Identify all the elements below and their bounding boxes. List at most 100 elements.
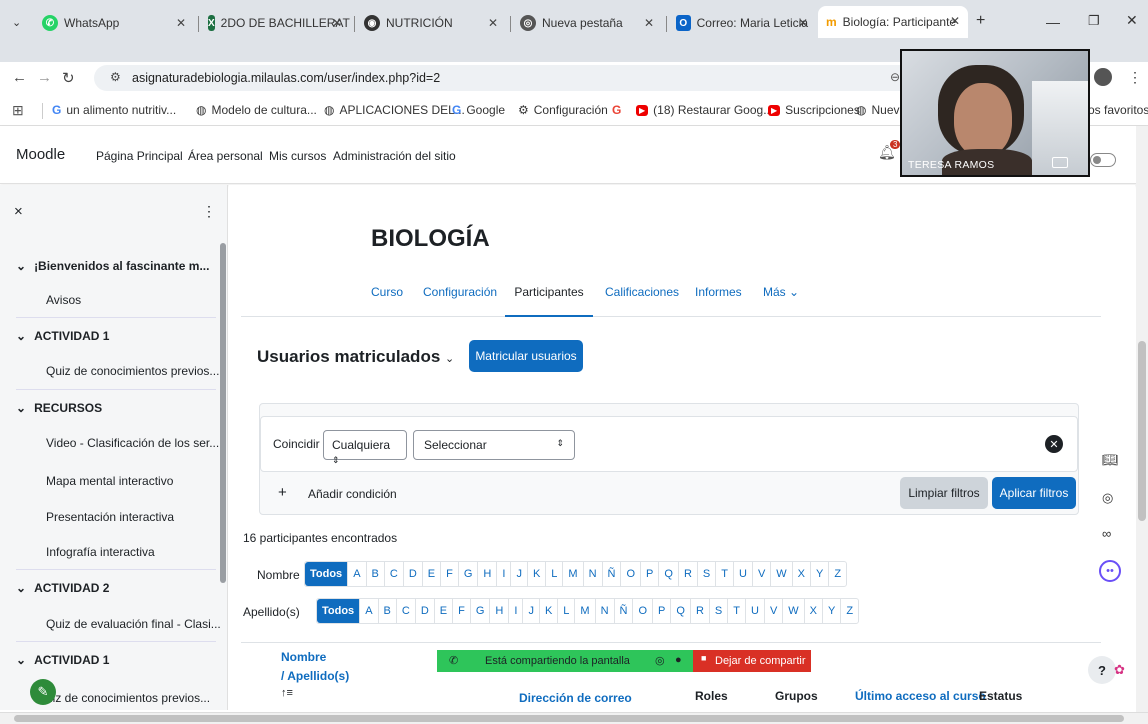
first-initial-letter[interactable]: Ñ xyxy=(603,562,622,586)
assistant-icon[interactable]: •• xyxy=(1099,560,1121,582)
first-initial-letter[interactable]: Q xyxy=(659,562,679,586)
link-icon[interactable]: ∞ xyxy=(1102,526,1111,541)
minimize-icon[interactable]: — xyxy=(1046,14,1060,30)
sidebar-item-avisos[interactable]: Avisos xyxy=(46,293,81,307)
sidebar-item-mapa[interactable]: Mapa mental interactivo xyxy=(46,474,173,488)
sort-ascending-icon[interactable]: ↑≡ xyxy=(281,687,293,699)
zoom-icon[interactable]: ⊖ xyxy=(890,70,900,84)
last-initial-letter[interactable]: D xyxy=(416,599,435,623)
apply-filters-button[interactable]: Aplicar filtros xyxy=(992,477,1076,509)
remove-filter-icon[interactable]: ✕ xyxy=(1045,435,1063,453)
first-initial-letter[interactable]: C xyxy=(385,562,404,586)
tab-bachillerato[interactable]: X 2DO DE BACHILLERAT ✕ xyxy=(200,8,350,38)
section-actividad-1b[interactable]: ⌄ ACTIVIDAD 1 xyxy=(16,653,109,667)
first-initial-letter[interactable]: Y xyxy=(811,562,830,586)
new-tab-icon[interactable]: + xyxy=(976,12,985,30)
column-header-last-access[interactable]: Último acceso al curso xyxy=(855,689,986,703)
last-initial-letter[interactable]: E xyxy=(435,599,454,623)
pencil-annotate-icon[interactable]: ✎ xyxy=(30,679,56,705)
first-initial-letter[interactable]: F xyxy=(441,562,459,586)
tab-configuracion[interactable]: Configuración xyxy=(423,285,497,299)
last-initial-letter[interactable]: X xyxy=(805,599,824,623)
first-initial-letter[interactable]: Z xyxy=(829,562,846,586)
last-initial-letter[interactable]: M xyxy=(575,599,596,623)
last-initial-letter[interactable]: O xyxy=(633,599,654,623)
last-initial-letter[interactable]: Y xyxy=(823,599,842,623)
first-initial-letter[interactable]: G xyxy=(459,562,479,586)
last-initial-letter[interactable]: L xyxy=(558,599,576,623)
sidebar-item-quiz-2[interactable]: uiz de conocimientos previos... xyxy=(46,691,210,705)
bookmark-item[interactable]: ▶ Suscripciones xyxy=(768,103,860,117)
first-initial-letter[interactable]: V xyxy=(753,562,772,586)
last-initial-letter[interactable]: Q xyxy=(671,599,691,623)
tab-participantes[interactable]: Participantes xyxy=(505,281,593,317)
last-initial-letter[interactable]: H xyxy=(490,599,510,623)
last-initial-letter[interactable]: F xyxy=(453,599,471,623)
first-initial-letter[interactable]: P xyxy=(641,562,660,586)
add-condition-link[interactable]: Añadir condición xyxy=(308,487,397,501)
first-initial-letter[interactable]: L xyxy=(546,562,564,586)
apps-grid-icon[interactable]: ⊞ xyxy=(12,102,24,119)
close-window-icon[interactable]: ✕ xyxy=(1126,12,1138,29)
close-tab-icon[interactable]: ✕ xyxy=(176,16,186,30)
last-initial-letter[interactable]: V xyxy=(765,599,784,623)
close-tab-icon[interactable]: ✕ xyxy=(950,14,960,28)
last-initial-letter[interactable]: I xyxy=(509,599,524,623)
tab-informes[interactable]: Informes xyxy=(695,285,742,299)
last-initial-letter[interactable]: G xyxy=(471,599,491,623)
page-vertical-scrollbar[interactable] xyxy=(1136,126,1148,712)
sidebar-item-quiz[interactable]: Quiz de conocimientos previos... xyxy=(46,364,219,378)
first-initial-letter[interactable]: D xyxy=(404,562,423,586)
bookmark-item[interactable]: ◍ Nueva xyxy=(856,103,906,117)
enrol-users-button[interactable]: Matricular usuarios xyxy=(469,340,583,372)
drawer-scrollbar[interactable] xyxy=(220,243,226,583)
last-initial-letter[interactable]: K xyxy=(540,599,559,623)
first-initial-letter[interactable]: X xyxy=(793,562,812,586)
tab-outlook[interactable]: O Correo: Maria Leticia ✕ xyxy=(668,8,816,38)
pause-share-icon[interactable]: ◎ xyxy=(655,654,665,667)
match-select[interactable]: Cualquiera ⇕ xyxy=(323,430,407,465)
last-initial-letter[interactable]: J xyxy=(523,599,540,623)
column-header-first-name[interactable]: Nombre xyxy=(281,650,326,664)
tab-new-tab[interactable]: ◎ Nueva pestaña ✕ xyxy=(512,8,662,38)
last-initial-letter[interactable]: N xyxy=(596,599,615,623)
last-initial-letter[interactable]: C xyxy=(397,599,416,623)
first-initial-letter[interactable]: I xyxy=(497,562,512,586)
scroll-thumb[interactable] xyxy=(14,715,1124,722)
last-initial-letter[interactable]: Z xyxy=(841,599,858,623)
section-actividad-1[interactable]: ⌄ ACTIVIDAD 1 xyxy=(16,329,109,343)
last-initial-letter[interactable]: Ñ xyxy=(615,599,634,623)
first-initial-letter[interactable]: E xyxy=(423,562,442,586)
bookmark-item[interactable]: G xyxy=(612,103,621,117)
bookmark-item[interactable]: ⚙ Configuración xyxy=(518,103,608,117)
edit-mode-toggle[interactable] xyxy=(1090,153,1116,167)
last-initial-letter[interactable]: A xyxy=(360,599,379,623)
close-tab-icon[interactable]: ✕ xyxy=(488,16,498,30)
stop-sharing-button[interactable]: ■ Dejar de compartir xyxy=(693,650,811,672)
first-initial-letter[interactable]: W xyxy=(771,562,793,586)
bookmark-item[interactable]: ◍ Modelo de cultura... xyxy=(196,103,317,117)
restore-icon[interactable]: ❐ xyxy=(1088,13,1100,29)
first-initial-letter[interactable]: S xyxy=(698,562,717,586)
first-initial-letter[interactable]: J xyxy=(511,562,528,586)
close-tab-icon[interactable]: ✕ xyxy=(332,16,342,30)
browser-menu-icon[interactable]: ⋮ xyxy=(1128,69,1142,86)
first-initial-letter[interactable]: T xyxy=(716,562,734,586)
tab-curso[interactable]: Curso xyxy=(371,285,403,299)
sidebar-item-infografia[interactable]: Infografía interactiva xyxy=(46,545,155,559)
column-header-email[interactable]: Dirección de correo xyxy=(519,691,632,705)
section-recursos[interactable]: ⌄ RECURSOS xyxy=(16,401,102,415)
last-initial-letter[interactable]: P xyxy=(653,599,672,623)
last-initial-letter[interactable]: T xyxy=(728,599,746,623)
bookmark-item[interactable]: ▶ (18) Restaurar Goog... xyxy=(636,103,773,117)
first-initial-letter[interactable]: A xyxy=(348,562,367,586)
close-tab-icon[interactable]: ✕ xyxy=(798,16,808,30)
first-initial-letter[interactable]: M xyxy=(563,562,584,586)
first-initial-letter[interactable]: H xyxy=(478,562,498,586)
sidebar-item-presentacion[interactable]: Presentación interactiva xyxy=(46,510,174,524)
last-initial-letter[interactable]: U xyxy=(746,599,765,623)
bookmark-item[interactable]: Gun alimento nutritiv... xyxy=(52,103,176,117)
fingerprint-icon[interactable]: ◎ xyxy=(1102,490,1113,506)
sidebar-item-video[interactable]: Video - Clasificación de los ser... xyxy=(46,436,219,450)
page-horizontal-scrollbar[interactable] xyxy=(0,712,1148,724)
